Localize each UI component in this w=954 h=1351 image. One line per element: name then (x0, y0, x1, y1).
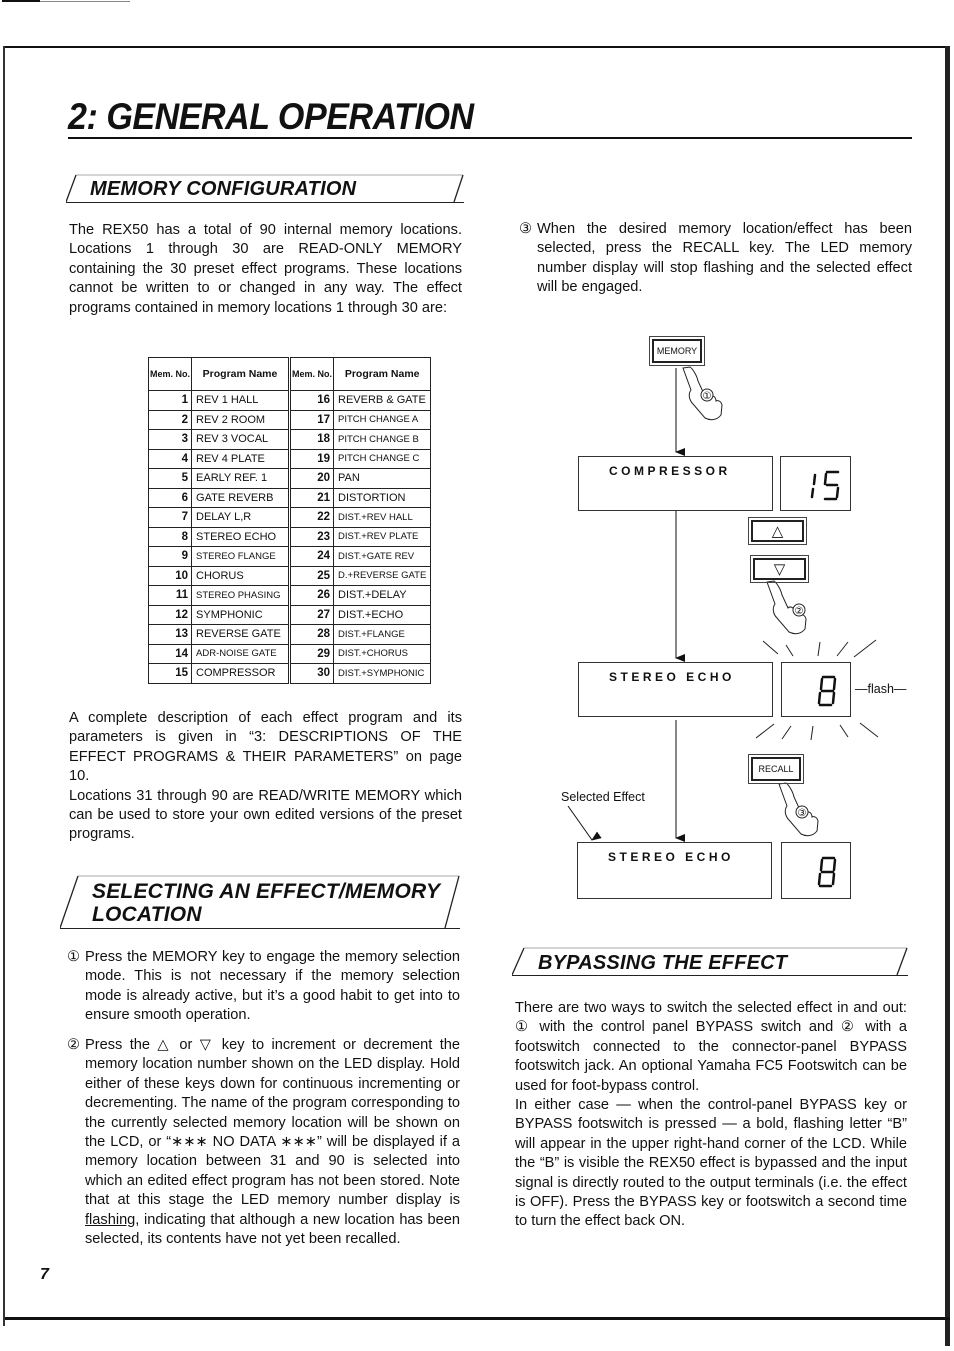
lcd-display-step2: STEREO ECHO (578, 662, 773, 717)
bypassing-text: There are two ways to switch the selecte… (515, 999, 907, 1232)
recall-key-label: RECALL (758, 764, 794, 774)
recall-key[interactable]: RECALL (748, 754, 804, 784)
selected-effect-label: Selected Effect (561, 790, 645, 804)
bypassing-paragraph-2: In either case — when the control-panel … (515, 1097, 907, 1230)
memory-key[interactable]: MEMORY (649, 336, 705, 366)
callout-3: ③ (798, 808, 807, 819)
section-heading-bypassing: BYPASSING THE EFFECT (538, 952, 788, 974)
flash-label: —flash— (855, 682, 907, 696)
led-display-step2-flashing (781, 662, 851, 717)
decrement-key[interactable]: ▽ (750, 555, 809, 583)
selected-effect-pointer (567, 805, 602, 841)
seven-segment-8 (817, 856, 837, 888)
up-triangle-icon: △ (771, 523, 784, 540)
callout-2: ② (795, 606, 804, 617)
memory-key-label: MEMORY (656, 346, 698, 356)
seven-segment-8 (817, 675, 837, 707)
lcd-text: STEREO ECHO (608, 850, 734, 864)
lcd-text: COMPRESSOR (609, 464, 731, 478)
lcd-display-step1: COMPRESSOR (578, 456, 773, 511)
callout-1: ① (703, 391, 712, 402)
increment-key[interactable]: △ (748, 517, 807, 545)
led-display-step3 (781, 842, 851, 899)
led-display-step1 (780, 456, 851, 511)
lcd-text: STEREO ECHO (609, 670, 735, 684)
lcd-display-step3: STEREO ECHO (577, 842, 772, 899)
seven-segment-15 (810, 470, 840, 501)
down-triangle-icon: ▽ (773, 561, 786, 578)
bypassing-paragraph-1: There are two ways to switch the selecte… (515, 1000, 907, 1094)
